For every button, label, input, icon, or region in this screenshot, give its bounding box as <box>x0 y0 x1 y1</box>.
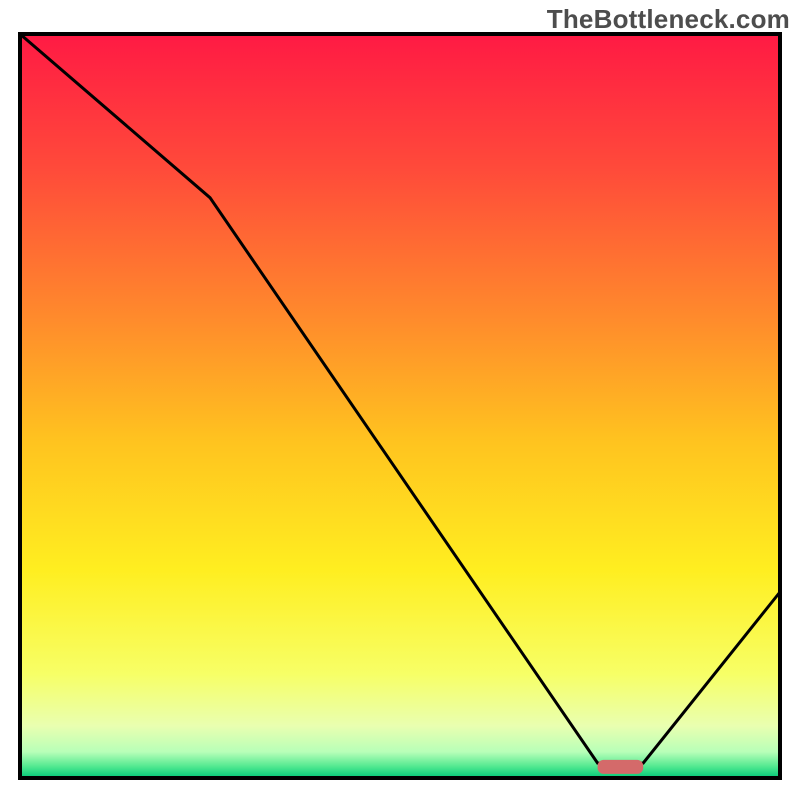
plot-background <box>20 34 780 778</box>
bottleneck-chart <box>0 0 800 800</box>
watermark-text: TheBottleneck.com <box>547 4 790 35</box>
optimal-marker <box>598 760 644 774</box>
